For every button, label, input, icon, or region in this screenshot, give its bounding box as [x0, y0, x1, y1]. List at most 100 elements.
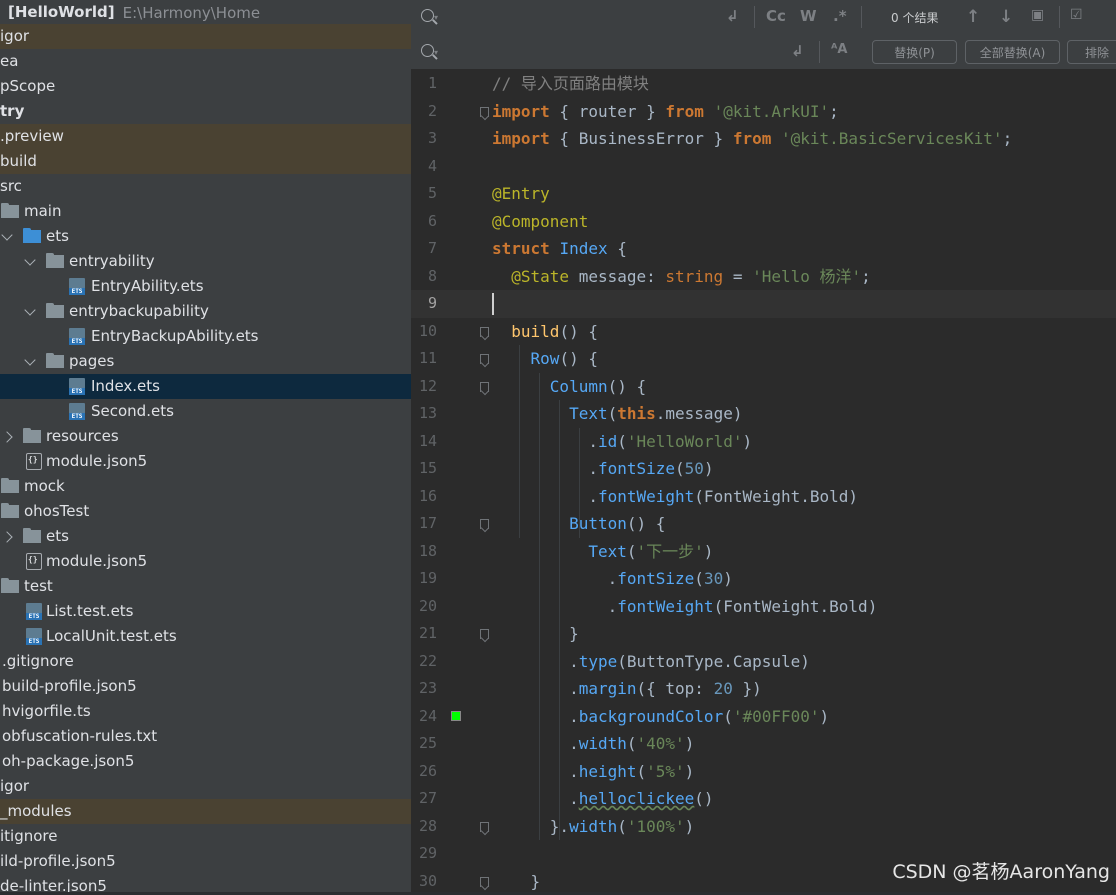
tree-item[interactable]: test — [0, 574, 411, 599]
code-line[interactable]: 15 .fontSize(50) — [411, 455, 1116, 483]
search-history-chevron-icon[interactable]: ▾ — [434, 13, 438, 22]
chevron-right-icon[interactable] — [1, 531, 12, 542]
match-case-button[interactable]: Cc — [766, 7, 786, 25]
tree-item[interactable]: LocalUnit.test.ets — [0, 624, 411, 649]
code-line[interactable]: 10 build() { — [411, 318, 1116, 346]
tree-item[interactable]: EntryBackupAbility.ets — [0, 324, 411, 349]
replace-all-button[interactable]: 全部替换(A) — [965, 40, 1060, 64]
fold-marker-icon[interactable] — [480, 877, 489, 887]
code-line[interactable]: 25 .width('40%') — [411, 730, 1116, 758]
tree-item[interactable]: List.test.ets — [0, 599, 411, 624]
result-count: 0 个结果 — [891, 9, 938, 26]
exclude-button[interactable]: 排除 — [1067, 40, 1116, 64]
chevron-right-icon[interactable] — [1, 431, 12, 442]
code-line[interactable]: 11 Row() { — [411, 345, 1116, 373]
project-header[interactable]: [HelloWorld] E:\Harmony\Home — [0, 0, 411, 25]
tree-item[interactable]: pages — [0, 349, 411, 374]
code-line[interactable]: 7struct Index { — [411, 235, 1116, 263]
code-line[interactable]: 3import { BusinessError } from '@kit.Bas… — [411, 125, 1116, 153]
whole-word-button[interactable]: W — [800, 7, 817, 25]
code-line[interactable]: 4 — [411, 153, 1116, 181]
code-line[interactable]: 28 }.width('100%') — [411, 813, 1116, 841]
fold-marker-icon[interactable] — [480, 629, 489, 639]
replace-history-chevron-icon[interactable]: ▾ — [434, 48, 438, 57]
tree-item[interactable]: igor — [0, 24, 411, 49]
code-line[interactable]: 27 .helloclickee() — [411, 785, 1116, 813]
prev-occurrence-icon[interactable]: ↑ — [966, 7, 980, 27]
tree-item[interactable]: ohosTest — [0, 499, 411, 524]
tree-item[interactable]: module.json5 — [0, 449, 411, 474]
fold-marker-icon[interactable] — [480, 822, 489, 832]
code-line[interactable]: 22 .type(ButtonType.Capsule) — [411, 648, 1116, 676]
fold-marker-icon[interactable] — [480, 327, 489, 337]
code-line[interactable]: 12 Column() { — [411, 373, 1116, 401]
tree-item[interactable]: Index.ets — [0, 374, 411, 399]
code-line[interactable]: 18 Text('下一步') — [411, 538, 1116, 566]
code-line[interactable]: 19 .fontSize(30) — [411, 565, 1116, 593]
tree-item[interactable]: _modules — [0, 799, 411, 824]
tree-item[interactable]: .preview — [0, 124, 411, 149]
code-line[interactable]: 17 Button() { — [411, 510, 1116, 538]
code-line[interactable]: 23 .margin({ top: 20 }) — [411, 675, 1116, 703]
tree-item[interactable]: de-linter.json5 — [0, 874, 411, 892]
tree-item[interactable]: hvigorfile.ts — [0, 699, 411, 724]
chevron-down-icon[interactable] — [24, 354, 35, 365]
chevron-down-icon[interactable] — [24, 254, 35, 265]
fold-marker-icon[interactable] — [480, 382, 489, 392]
tree-item[interactable]: src — [0, 174, 411, 199]
code-line[interactable]: 2import { router } from '@kit.ArkUI'; — [411, 98, 1116, 126]
tree-item[interactable]: try — [0, 99, 411, 124]
regex-button[interactable]: .* — [833, 7, 847, 25]
code-token: }. — [492, 817, 569, 836]
tree-item[interactable]: .gitignore — [0, 649, 411, 674]
tree-item[interactable]: Second.ets — [0, 399, 411, 424]
tree-item[interactable]: main — [0, 199, 411, 224]
tree-item[interactable]: build-profile.json5 — [0, 674, 411, 699]
code-area[interactable]: 1// 导入页面路由模块2import { router } from '@ki… — [411, 70, 1116, 892]
code-line[interactable]: 20 .fontWeight(FontWeight.Bold) — [411, 593, 1116, 621]
tree-item[interactable]: oh-package.json5 — [0, 749, 411, 774]
tree-item[interactable]: obfuscation-rules.txt — [0, 724, 411, 749]
tree-item[interactable]: resources — [0, 424, 411, 449]
newline-icon[interactable]: ↲ — [726, 7, 739, 25]
code-line[interactable]: 13 Text(this.message) — [411, 400, 1116, 428]
tree-item[interactable]: ea — [0, 49, 411, 74]
replace-button[interactable]: 替换(P) — [872, 40, 957, 64]
filter-icon[interactable]: ▣ — [1031, 7, 1044, 23]
code-line[interactable]: 1// 导入页面路由模块 — [411, 70, 1116, 98]
code-line[interactable]: 24 .backgroundColor('#00FF00') — [411, 703, 1116, 731]
replace-search-icon[interactable] — [421, 44, 434, 57]
tree-item[interactable]: module.json5 — [0, 549, 411, 574]
preserve-case-icon[interactable]: ᴬA — [831, 42, 847, 57]
search-icon[interactable] — [421, 9, 434, 22]
next-occurrence-icon[interactable]: ↓ — [999, 7, 1013, 27]
tree-item[interactable]: entryability — [0, 249, 411, 274]
chevron-down-icon[interactable] — [1, 229, 12, 240]
code-line[interactable]: 5@Entry — [411, 180, 1116, 208]
tree-item[interactable]: ets — [0, 524, 411, 549]
tree-item[interactable]: ild-profile.json5 — [0, 849, 411, 874]
fold-marker-icon[interactable] — [480, 519, 489, 529]
code-line[interactable]: 8 @State message: string = 'Hello 杨洋'; — [411, 263, 1116, 291]
replace-newline-icon[interactable]: ↲ — [791, 42, 804, 60]
code-line[interactable]: 6@Component — [411, 208, 1116, 236]
tree-item[interactable]: mock — [0, 474, 411, 499]
code-line[interactable]: 26 .height('5%') — [411, 758, 1116, 786]
tree-item[interactable]: ets — [0, 224, 411, 249]
tree-item[interactable]: pScope — [0, 74, 411, 99]
in-selection-icon[interactable]: ☑ — [1070, 7, 1083, 23]
fold-marker-icon[interactable] — [480, 107, 489, 117]
color-swatch-icon[interactable] — [451, 711, 461, 721]
tree-item[interactable]: itignore — [0, 824, 411, 849]
chevron-down-icon[interactable] — [24, 304, 35, 315]
code-line[interactable]: 14 .id('HelloWorld') — [411, 428, 1116, 456]
code-text: .fontWeight(FontWeight.Bold) — [492, 593, 877, 621]
tree-item[interactable]: igor — [0, 774, 411, 799]
tree-item[interactable]: EntryAbility.ets — [0, 274, 411, 299]
code-line[interactable]: 16 .fontWeight(FontWeight.Bold) — [411, 483, 1116, 511]
tree-item[interactable]: entrybackupability — [0, 299, 411, 324]
code-line[interactable]: 9 — [411, 290, 1116, 318]
code-line[interactable]: 21 } — [411, 620, 1116, 648]
fold-marker-icon[interactable] — [480, 354, 489, 364]
tree-item[interactable]: build — [0, 149, 411, 174]
